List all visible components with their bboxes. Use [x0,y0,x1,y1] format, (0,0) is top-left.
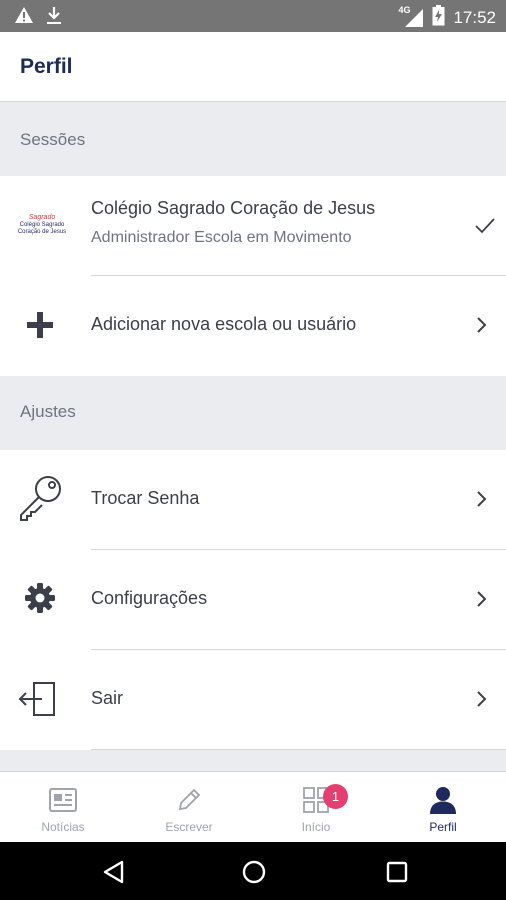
nav-label: Notícias [41,820,85,834]
nav-item-profile[interactable]: Perfil [380,772,506,843]
add-school-row[interactable]: Adicionar nova escola ou usuário [0,276,506,376]
nav-item-news[interactable]: Notícias [0,772,126,843]
section-title: Ajustes [20,402,76,421]
recent-apps-icon[interactable] [384,859,410,885]
clock: 17:52 [453,8,496,27]
add-school-label: Adicionar nova escola ou usuário [91,314,357,334]
logout-icon [18,677,58,721]
system-navigation-bar [0,842,506,900]
logout-row[interactable]: Sair [0,650,506,750]
page-title: Perfil [20,55,73,78]
key-icon [18,474,64,522]
nav-label: Início [301,820,331,834]
chevron-right-icon [470,588,492,610]
home-icon[interactable] [241,859,267,885]
check-icon [474,215,496,237]
change-password-label: Trocar Senha [91,488,200,508]
download-icon [46,6,62,31]
nav-label: Escrever [165,820,213,834]
chevron-right-icon [470,314,492,336]
nav-item-home[interactable]: 1 Início [253,772,379,843]
back-icon[interactable] [100,859,126,885]
school-logo: Sagrado Colégio Sagrado Coração de Jesus [17,213,67,235]
chevron-right-icon [470,488,492,510]
school-name: Colégio Sagrado Coração de Jesus [91,198,376,218]
chevron-right-icon [470,688,492,710]
bottom-navigation: Notícias Escrever 1 Início Perfil [0,771,506,842]
pencil-icon [175,786,203,814]
change-password-row[interactable]: Trocar Senha [0,450,506,550]
status-bar: 4G 17:52 [0,0,506,32]
nav-item-write[interactable]: Escrever [126,772,252,843]
newspaper-icon [49,786,77,814]
divider [91,749,506,750]
section-header-settings: Ajustes [0,376,506,450]
person-icon [429,786,457,814]
logout-label: Sair [91,688,124,708]
notification-badge: 1 [323,784,348,809]
warning-icon [14,6,34,31]
plus-icon [18,303,62,347]
section-title: Sessões [20,130,86,149]
battery-charging-icon [432,5,445,31]
signal-icon: 4G [398,5,424,28]
settings-row[interactable]: Configurações [0,550,506,650]
gear-icon [18,576,62,620]
settings-label: Configurações [91,588,208,608]
app-bar: Perfil [0,32,506,102]
section-header-sessions: Sessões [0,102,506,176]
school-role: Administrador Escola em Movimento [91,229,352,246]
nav-label: Perfil [429,820,457,834]
session-school-row[interactable]: Sagrado Colégio Sagrado Coração de Jesus… [0,176,506,276]
